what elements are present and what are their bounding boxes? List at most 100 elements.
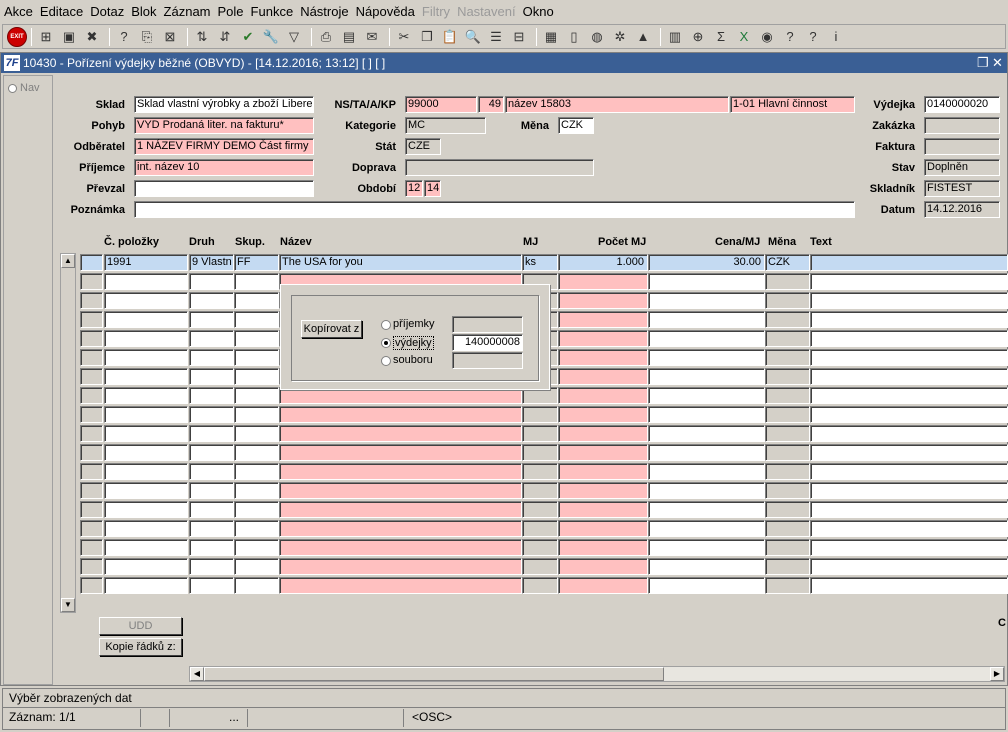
cell-mj[interactable] [522, 577, 558, 594]
row-indicator[interactable] [80, 330, 103, 347]
chart-icon[interactable]: ▲ [633, 27, 653, 47]
delete-record-icon[interactable]: ✖ [82, 27, 102, 47]
cell-polozka[interactable] [104, 539, 188, 556]
scroll-thumb[interactable] [204, 667, 664, 681]
cell-pocet[interactable] [558, 425, 648, 442]
cell-druh[interactable] [189, 406, 234, 423]
exit-icon[interactable]: EXIT [7, 26, 27, 47]
cell-cena[interactable] [648, 482, 765, 499]
cell-druh[interactable] [189, 387, 234, 404]
vertical-scrollbar[interactable]: ▲ ▼ [60, 253, 76, 613]
cell-mena[interactable] [765, 463, 810, 480]
cell-druh[interactable] [189, 539, 234, 556]
cell-skup[interactable] [234, 501, 279, 518]
row-indicator[interactable] [80, 577, 103, 594]
cell-nazev[interactable] [279, 501, 522, 518]
filter-icon[interactable]: ▽ [284, 27, 304, 47]
radio-souboru[interactable] [381, 356, 391, 366]
document-icon[interactable]: ▯ [564, 27, 584, 47]
cell-mena[interactable]: CZK [765, 254, 810, 271]
menu-nastroje[interactable]: Nástroje [300, 0, 348, 24]
nav-radio[interactable] [8, 84, 17, 93]
cell-nazev[interactable] [279, 444, 522, 461]
help-context-icon[interactable]: ? [780, 27, 800, 47]
cell-polozka[interactable] [104, 368, 188, 385]
cell-cena[interactable] [648, 444, 765, 461]
cell-cena[interactable] [648, 520, 765, 537]
cell-mj[interactable]: ks [522, 254, 558, 271]
cell-text[interactable] [810, 311, 1008, 328]
cell-nazev[interactable] [279, 577, 522, 594]
sklad-field[interactable]: Sklad vlastní výrobky a zboží Liberec [134, 96, 314, 113]
cell-pocet[interactable] [558, 577, 648, 594]
cell-polozka[interactable] [104, 425, 188, 442]
row-indicator[interactable] [80, 539, 103, 556]
scroll-up-icon[interactable]: ▲ [61, 254, 75, 268]
row-indicator[interactable] [80, 349, 103, 366]
save-record-icon[interactable]: ▣ [59, 27, 79, 47]
cell-skup[interactable] [234, 406, 279, 423]
cell-pocet[interactable] [558, 463, 648, 480]
cell-pocet[interactable] [558, 406, 648, 423]
paste-icon[interactable]: 📋 [440, 27, 460, 47]
cell-mj[interactable] [522, 463, 558, 480]
nav-label[interactable]: Nav [20, 82, 40, 94]
cell-pocet[interactable] [558, 444, 648, 461]
zakazka-field[interactable] [924, 117, 1000, 134]
cell-mena[interactable] [765, 482, 810, 499]
cell-polozka[interactable] [104, 311, 188, 328]
cell-cena[interactable] [648, 311, 765, 328]
cell-text[interactable] [810, 425, 1008, 442]
cell-skup[interactable] [234, 558, 279, 575]
cell-druh[interactable] [189, 311, 234, 328]
menu-editace[interactable]: Editace [40, 0, 83, 24]
cell-polozka[interactable] [104, 273, 188, 290]
copy-from-button[interactable]: Kopírovat z [301, 320, 362, 338]
cell-mena[interactable] [765, 558, 810, 575]
menu-dotaz[interactable]: Dotaz [90, 0, 124, 24]
cell-nazev[interactable] [279, 520, 522, 537]
cell-polozka[interactable] [104, 501, 188, 518]
cell-skup[interactable]: FF [234, 254, 279, 271]
row-indicator[interactable] [80, 444, 103, 461]
cell-nazev[interactable] [279, 482, 522, 499]
cell-mena[interactable] [765, 311, 810, 328]
cell-polozka[interactable] [104, 558, 188, 575]
calculator-icon[interactable]: ⊕ [688, 27, 708, 47]
cell-pocet[interactable] [558, 539, 648, 556]
row-indicator[interactable] [80, 254, 103, 271]
cell-nazev[interactable] [279, 463, 522, 480]
menu-napoveda[interactable]: Nápověda [356, 0, 415, 24]
cell-cena[interactable] [648, 349, 765, 366]
cell-druh[interactable] [189, 558, 234, 575]
cell-druh[interactable] [189, 368, 234, 385]
cell-pocet[interactable] [558, 292, 648, 309]
cell-cena[interactable] [648, 406, 765, 423]
cell-mena[interactable] [765, 387, 810, 404]
cell-mj[interactable] [522, 558, 558, 575]
list-icon[interactable]: ☰ [486, 27, 506, 47]
check-icon[interactable]: ✔ [238, 27, 258, 47]
menu-funkce[interactable]: Funkce [251, 0, 294, 24]
cell-cena[interactable] [648, 273, 765, 290]
cell-mena[interactable] [765, 273, 810, 290]
menu-nastaveni[interactable]: Nastavení [457, 0, 516, 24]
cell-polozka[interactable] [104, 520, 188, 537]
cell-mj[interactable] [522, 520, 558, 537]
cell-polozka[interactable] [104, 463, 188, 480]
cell-text[interactable] [810, 558, 1008, 575]
cell-mj[interactable] [522, 444, 558, 461]
cell-skup[interactable] [234, 482, 279, 499]
cell-skup[interactable] [234, 463, 279, 480]
cell-mj[interactable] [522, 539, 558, 556]
cell-cena[interactable] [648, 330, 765, 347]
restore-window-icon[interactable]: ❐ [977, 55, 989, 71]
ns-field[interactable]: 99000 [405, 96, 477, 113]
row-indicator[interactable] [80, 558, 103, 575]
obdobi-year-field[interactable]: 14 [424, 180, 441, 197]
cell-druh[interactable] [189, 463, 234, 480]
cell-pocet[interactable] [558, 558, 648, 575]
cell-mena[interactable] [765, 406, 810, 423]
globe-icon[interactable]: ◍ [587, 27, 607, 47]
cell-druh[interactable] [189, 520, 234, 537]
